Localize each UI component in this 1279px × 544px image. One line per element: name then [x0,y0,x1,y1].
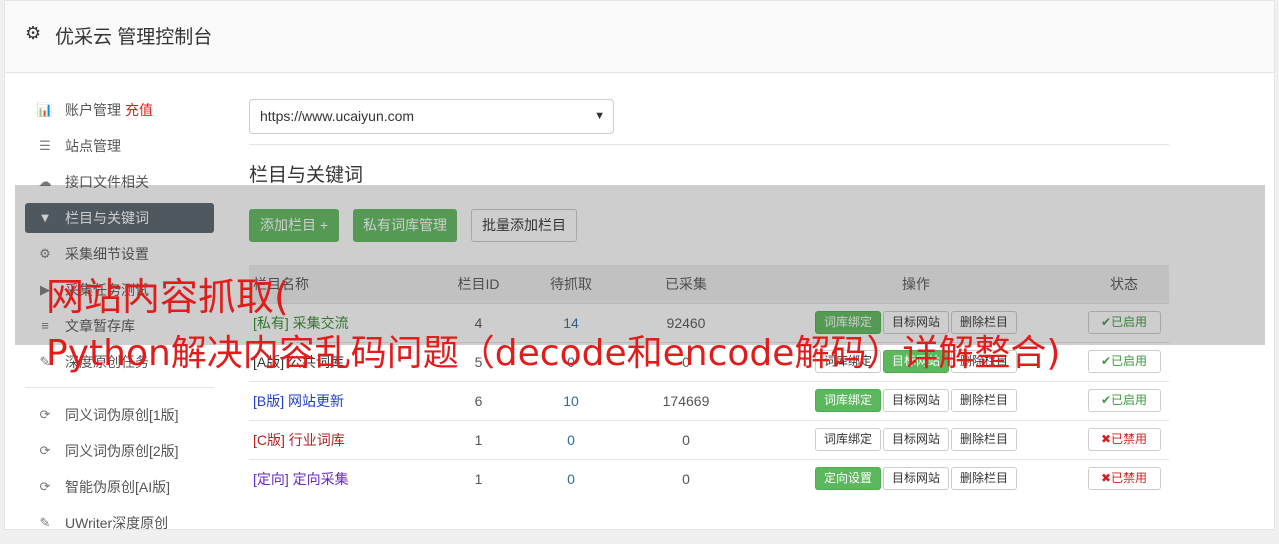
sidebar-item-uwriter[interactable]: ✎ UWriter深度原创 [25,508,214,538]
title-overlay-band [15,185,1265,345]
overlay-title-line-1: 网站内容抓取( [46,275,289,319]
table-row: [定向] 定向采集 1 0 0 定向设置 目标网站 删除栏目 ✖已禁用 [249,459,1169,498]
site-select-value: https://www.ucaiyun.com [260,108,415,124]
sidebar-item-label: 智能伪原创[AI版] [65,479,171,495]
column-name[interactable]: [定向] 定向采集 [249,459,434,498]
column-status: ✖已禁用 [1079,420,1169,459]
status-label: 已禁用 [1111,471,1148,486]
refresh-icon: ⟳ [39,479,51,494]
delete-column-button[interactable]: 删除栏目 [951,467,1018,491]
bind-library-button[interactable]: 词库绑定 [814,428,881,451]
column-id: 6 [474,392,483,409]
status-toggle[interactable]: ✔已启用 [1087,389,1161,412]
page-title: 优采云 管理控制台 [55,27,213,48]
overlay-title-line-2: Python解决内容乱码问题（decode和encode解码）详解整合) [46,333,1061,374]
close-icon: ✖ [1100,471,1112,486]
directed-settings-button[interactable]: 定向设置 [814,467,881,491]
table-row: [B版] 网站更新 6 10 174669 词库绑定 目标网站 删除栏目 ✔已启用 [249,381,1169,420]
divider [249,144,1169,145]
sidebar-item-synonym-1[interactable]: ⟳ 同义词伪原创[1版] [25,400,214,430]
column-id: 1 [474,431,483,448]
column-ops: 定向设置 目标网站 删除栏目 [753,459,1079,498]
chevron-down-icon: ▼ [594,110,605,122]
column-ops: 词库绑定 目标网站 删除栏目 [753,420,1079,459]
refresh-icon: ⟳ [39,443,51,458]
column-pending: 0 [567,431,575,448]
gear-icon: ⚙ [25,23,42,43]
status-label: 已启用 [1111,393,1148,407]
section-title: 栏目与关键词 [249,165,364,186]
column-pending: 10 [563,392,579,409]
recharge-link[interactable]: 充值 [125,102,153,118]
delete-column-button[interactable]: 删除栏目 [951,389,1018,412]
sidebar-item-label: 站点管理 [65,138,121,154]
sidebar-item-ai[interactable]: ⟳ 智能伪原创[AI版] [25,472,214,502]
sidebar-item-label: UWriter深度原创 [65,515,169,531]
bind-library-button[interactable]: 词库绑定 [814,389,881,412]
status-toggle[interactable]: ✔已启用 [1087,350,1161,373]
column-collected: 0 [682,431,690,448]
target-site-button[interactable]: 目标网站 [882,428,949,451]
column-ops: 词库绑定 目标网站 删除栏目 [753,381,1079,420]
column-collected: 174669 [662,392,710,409]
refresh-icon: ⟳ [39,407,51,422]
column-id: 1 [474,470,483,487]
sidebar-item-label: 同义词伪原创[1版] [65,407,179,423]
status-toggle[interactable]: ✖已禁用 [1087,428,1161,451]
column-name[interactable]: [C版] 行业词库 [249,420,434,459]
check-icon: ✔ [1100,354,1112,368]
header: ⚙ 优采云 管理控制台 [5,1,1274,73]
column-status: ✔已启用 [1079,342,1169,381]
target-site-button[interactable]: 目标网站 [882,467,949,491]
column-status: ✖已禁用 [1079,459,1169,498]
sidebar-item-sites[interactable]: ☰ 站点管理 [25,131,214,161]
column-status: ✔已启用 [1079,381,1169,420]
site-select[interactable]: https://www.ucaiyun.com ▼ [249,99,614,134]
column-collected: 0 [682,470,690,487]
sidebar-item-label: 账户管理 [65,102,121,118]
sidebar-item-synonym-2[interactable]: ⟳ 同义词伪原创[2版] [25,436,214,466]
status-label: 已禁用 [1111,432,1148,446]
status-toggle[interactable]: ✖已禁用 [1087,467,1161,491]
bar-chart-icon: 📊 [36,102,54,117]
edit-icon: ✎ [39,515,51,530]
server-icon: ☰ [39,138,51,153]
column-name[interactable]: [B版] 网站更新 [249,381,434,420]
status-label: 已启用 [1111,354,1148,368]
column-pending: 0 [567,470,575,487]
table-row: [C版] 行业词库 1 0 0 词库绑定 目标网站 删除栏目 ✖已禁用 [249,420,1169,459]
sidebar-item-account[interactable]: 📊 账户管理 充值 [25,95,214,125]
delete-column-button[interactable]: 删除栏目 [951,428,1018,451]
target-site-button[interactable]: 目标网站 [882,389,949,412]
sidebar-item-label: 同义词伪原创[2版] [65,443,179,459]
check-icon: ✔ [1100,393,1112,407]
close-icon: ✖ [1100,432,1112,446]
sidebar-divider [25,387,214,388]
